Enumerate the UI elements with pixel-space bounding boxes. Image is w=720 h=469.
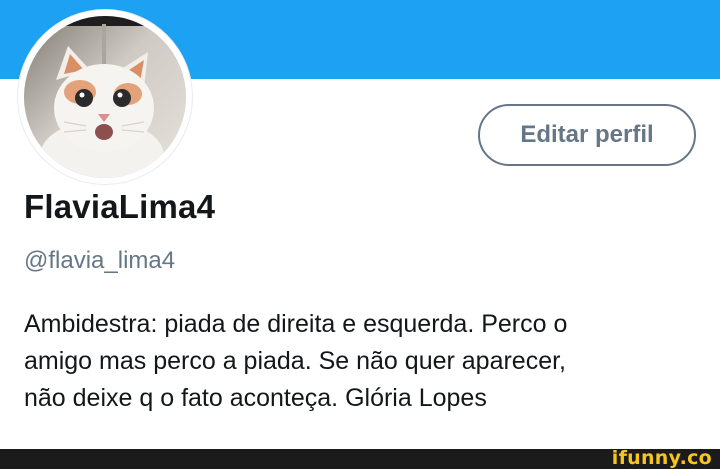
edit-profile-button[interactable]: Editar perfil (478, 104, 696, 166)
bio-line: Ambidestra: piada de direita e esquerda.… (24, 310, 568, 338)
profile-bio: Ambidestra: piada de direita e esquerda.… (24, 306, 694, 417)
cat-photo-avatar-icon (24, 16, 186, 178)
user-handle[interactable]: @flavia_lima4 (24, 247, 175, 275)
ifunny-watermark: ifunny.co (611, 447, 712, 469)
display-name: FlaviaLima4 (24, 188, 216, 225)
avatar[interactable] (18, 10, 192, 184)
bio-line: amigo mas perco a piada. Se não quer apa… (24, 347, 567, 375)
bio-line: não deixe q o fato aconteça. Glória Lope… (24, 384, 487, 412)
